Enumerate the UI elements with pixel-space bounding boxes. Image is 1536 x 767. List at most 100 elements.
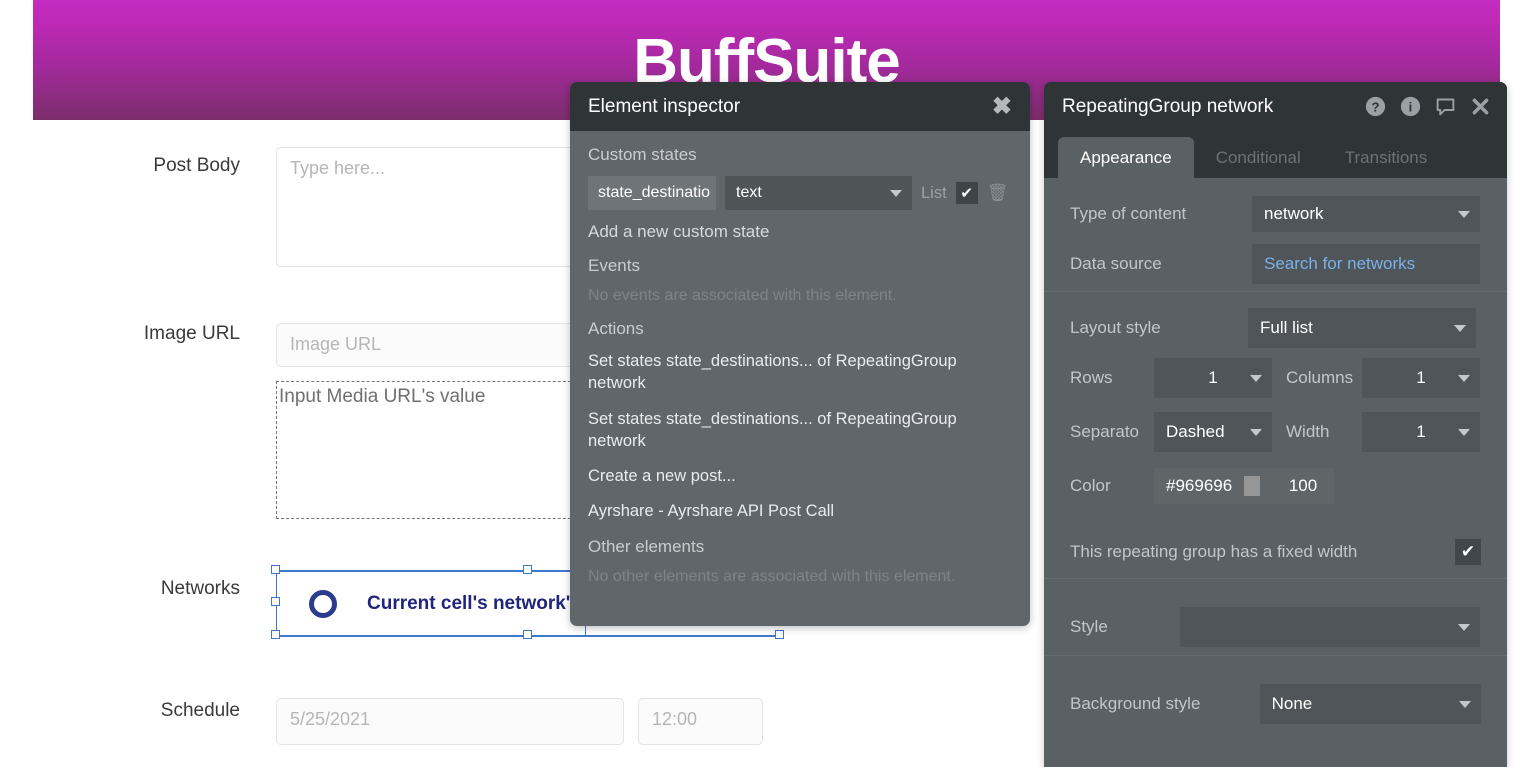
- background-style-value: None: [1271, 694, 1313, 713]
- row-rows-columns: Rows 1 Columns 1: [1044, 351, 1507, 405]
- element-inspector-body: Custom states state_destinatio text List…: [570, 131, 1030, 586]
- chevron-down-icon: [1459, 701, 1471, 708]
- chevron-down-icon: [1458, 624, 1470, 631]
- schedule-time-input[interactable]: 12:00: [638, 698, 763, 745]
- add-custom-state-link[interactable]: Add a new custom state: [588, 222, 1012, 242]
- width-select[interactable]: 1: [1362, 412, 1480, 452]
- chevron-down-icon: [1250, 429, 1262, 436]
- row-data-source: Data source Search for networks: [1044, 237, 1507, 291]
- separator-value: Dashed: [1166, 422, 1225, 441]
- width-value: 1: [1416, 422, 1426, 441]
- label-data-source: Data source: [1070, 254, 1162, 273]
- trash-icon[interactable]: 🗑: [987, 183, 1009, 203]
- selection-handle-top-left[interactable]: [271, 565, 280, 574]
- tab-appearance[interactable]: Appearance: [1058, 137, 1194, 178]
- style-select[interactable]: [1180, 607, 1480, 647]
- columns-select[interactable]: 1: [1362, 358, 1480, 398]
- separator-select[interactable]: Dashed: [1154, 412, 1272, 452]
- repeating-group-selection[interactable]: Current cell's network's: [276, 571, 586, 637]
- action-item[interactable]: Create a new post...: [588, 465, 1012, 487]
- chevron-down-icon: [1250, 375, 1262, 382]
- network-circle-icon: [309, 589, 337, 618]
- element-inspector-title: Element inspector: [588, 95, 741, 117]
- label-image-url: Image URL: [143, 323, 240, 344]
- svg-text:?: ?: [1371, 99, 1379, 114]
- custom-state-row: state_destinatio text List ✔ 🗑: [588, 176, 1012, 210]
- label-networks: Networks: [160, 578, 240, 599]
- other-elements-empty-text: No other elements are associated with th…: [588, 567, 956, 585]
- fixed-width-checkbox[interactable]: ✔: [1455, 539, 1481, 565]
- label-width: Width: [1286, 422, 1330, 441]
- type-of-content-value: network: [1264, 204, 1324, 223]
- tab-conditional[interactable]: Conditional: [1194, 137, 1323, 178]
- columns-value: 1: [1416, 368, 1426, 387]
- repeating-group-cell: Current cell's network's: [277, 572, 581, 635]
- selection-handle-bottom-right[interactable]: [775, 630, 784, 639]
- custom-state-type-value: text: [736, 184, 762, 201]
- list-label: List: [921, 183, 947, 202]
- action-item[interactable]: Ayrshare - Ayrshare API Post Call: [588, 500, 1012, 522]
- comment-icon[interactable]: [1435, 96, 1456, 117]
- selection-handle-bottom-center[interactable]: [523, 630, 532, 639]
- custom-state-type-select[interactable]: text: [725, 176, 912, 210]
- color-swatch[interactable]: [1244, 476, 1260, 496]
- color-hex-input[interactable]: #969696: [1154, 468, 1272, 504]
- custom-state-name-input[interactable]: state_destinatio: [588, 176, 716, 210]
- close-icon[interactable]: [1470, 96, 1491, 117]
- other-elements-heading: Other elements: [588, 536, 705, 556]
- chevron-down-icon: [1458, 375, 1470, 382]
- list-checkbox[interactable]: ✔: [955, 182, 978, 204]
- label-fixed-width: This repeating group has a fixed width: [1070, 542, 1358, 561]
- chevron-down-icon: [1458, 211, 1470, 218]
- row-type-of-content: Type of content network: [1044, 191, 1507, 237]
- layout-style-select[interactable]: Full list: [1248, 308, 1476, 348]
- chevron-down-icon: [1454, 325, 1466, 332]
- rows-value: 1: [1208, 368, 1218, 387]
- label-style: Style: [1070, 617, 1108, 636]
- color-opacity-input[interactable]: 100: [1272, 468, 1334, 504]
- row-fixed-width: This repeating group has a fixed width ✔: [1044, 526, 1507, 578]
- label-type-of-content: Type of content: [1070, 204, 1187, 223]
- type-of-content-select[interactable]: network: [1252, 196, 1480, 232]
- selection-handle-bottom-left[interactable]: [271, 630, 280, 639]
- label-rows: Rows: [1070, 368, 1113, 387]
- properties-header: RepeatingGroup network ? i: [1044, 82, 1507, 131]
- color-hex-value: #969696: [1166, 476, 1233, 495]
- properties-tabs: Appearance Conditional Transitions: [1044, 131, 1507, 178]
- selection-handle-top-center[interactable]: [523, 565, 532, 574]
- cell-network-text: Current cell's network's: [367, 592, 581, 614]
- tab-transitions[interactable]: Transitions: [1323, 137, 1450, 178]
- selection-handle-middle-left[interactable]: [271, 597, 280, 606]
- help-circle-icon[interactable]: ?: [1365, 96, 1386, 117]
- label-background-style: Background style: [1070, 694, 1201, 713]
- label-schedule: Schedule: [160, 700, 240, 721]
- action-item[interactable]: Set states state_destinations... of Repe…: [588, 350, 1012, 395]
- element-inspector-header: Element inspector ✖: [570, 82, 1030, 131]
- row-style: Style: [1044, 599, 1507, 655]
- svg-text:i: i: [1409, 99, 1413, 114]
- properties-title: RepeatingGroup network: [1062, 95, 1274, 117]
- row-separator-width: Separato Dashed Width 1: [1044, 405, 1507, 459]
- label-color: Color: [1070, 476, 1111, 495]
- events-empty-text: No events are associated with this eleme…: [588, 287, 897, 304]
- label-post-body: Post Body: [153, 155, 240, 176]
- background-style-select[interactable]: None: [1259, 684, 1481, 724]
- rows-select[interactable]: 1: [1154, 358, 1272, 398]
- chevron-down-icon: [890, 190, 902, 197]
- label-columns: Columns: [1286, 368, 1354, 387]
- close-icon[interactable]: ✖: [992, 94, 1012, 119]
- events-heading: Events: [588, 256, 640, 275]
- data-source-value[interactable]: Search for networks: [1252, 244, 1480, 284]
- chevron-down-icon: [1458, 429, 1470, 436]
- schedule-date-input[interactable]: 5/25/2021: [276, 698, 624, 745]
- info-circle-icon[interactable]: i: [1400, 96, 1421, 117]
- label-layout-style: Layout style: [1070, 318, 1161, 337]
- actions-heading: Actions: [588, 319, 644, 338]
- action-item[interactable]: Set states state_destinations... of Repe…: [588, 408, 1012, 453]
- screen: BuffSuite Post Body Type here... Image U…: [0, 0, 1536, 767]
